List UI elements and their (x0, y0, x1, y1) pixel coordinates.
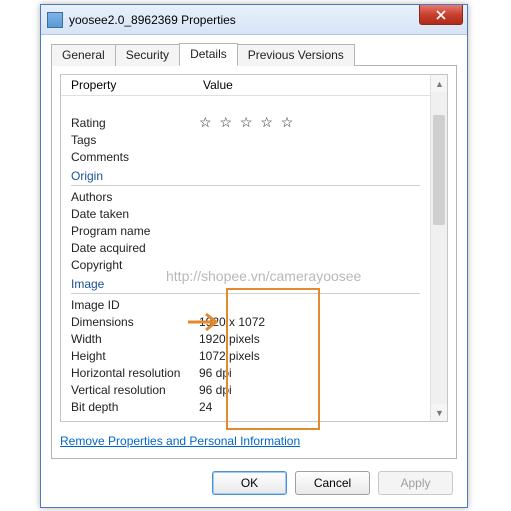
close-icon (436, 10, 446, 20)
remove-properties-link[interactable]: Remove Properties and Personal Informati… (60, 434, 300, 448)
titlebar: yoosee2.0_8962369 Properties (41, 5, 467, 35)
property-name: Image ID (71, 298, 199, 312)
property-value: 1072 pixels (199, 349, 260, 363)
button-row: OK Cancel Apply (212, 471, 453, 495)
properties-list: Property Value Rating☆ ☆ ☆ ☆ ☆TagsCommen… (60, 74, 448, 422)
property-value: 1920 x 1072 (199, 315, 265, 329)
property-name: Rating (71, 116, 199, 130)
property-name: Program name (71, 224, 199, 238)
tab-details[interactable]: Details (179, 43, 238, 66)
section-header: Image (71, 273, 420, 293)
close-button[interactable] (419, 5, 463, 25)
property-row[interactable]: Vertical resolution96 dpi (71, 381, 420, 398)
property-row[interactable]: Comments (71, 148, 420, 165)
property-row[interactable]: Height1072 pixels (71, 347, 420, 364)
column-value[interactable]: Value (199, 78, 233, 92)
property-row[interactable]: Bit depth24 (71, 398, 420, 415)
property-name: Dimensions (71, 315, 199, 329)
property-row[interactable] (71, 97, 420, 114)
property-name: Height (71, 349, 199, 363)
section-header: Origin (71, 165, 420, 185)
property-name: Bit depth (71, 400, 199, 414)
property-name: Authors (71, 190, 199, 204)
property-name: Width (71, 332, 199, 346)
property-value: 24 (199, 400, 212, 414)
property-value: 96 dpi (199, 366, 232, 380)
property-name: Comments (71, 150, 199, 164)
tab-previous-versions[interactable]: Previous Versions (237, 44, 355, 66)
scroll-up-icon[interactable]: ▲ (431, 75, 448, 92)
tab-general[interactable]: General (51, 44, 116, 66)
list-header: Property Value (61, 75, 447, 96)
property-name: Date taken (71, 207, 199, 221)
properties-dialog: yoosee2.0_8962369 Properties General Sec… (40, 4, 468, 508)
tab-security[interactable]: Security (115, 44, 180, 66)
property-value: 96 dpi (199, 383, 232, 397)
scrollbar[interactable]: ▲ ▼ (430, 75, 447, 421)
property-row[interactable]: Copyright (71, 256, 420, 273)
app-icon (47, 12, 63, 28)
tab-strip: General Security Details Previous Versio… (41, 35, 467, 65)
property-row[interactable]: Authors (71, 188, 420, 205)
property-row[interactable]: Date acquired (71, 239, 420, 256)
scroll-down-icon[interactable]: ▼ (431, 404, 448, 421)
cancel-button[interactable]: Cancel (295, 471, 370, 495)
property-row[interactable]: Width1920 pixels (71, 330, 420, 347)
property-row[interactable]: Tags (71, 131, 420, 148)
property-value: 1920 pixels (199, 332, 260, 346)
property-row[interactable]: Dimensions1920 x 1072 (71, 313, 420, 330)
section-divider (71, 185, 420, 186)
property-value: ☆ ☆ ☆ ☆ ☆ (199, 114, 295, 131)
scroll-thumb[interactable] (433, 115, 445, 225)
window-title: yoosee2.0_8962369 Properties (69, 13, 236, 27)
property-row[interactable]: Horizontal resolution96 dpi (71, 364, 420, 381)
property-name: Date acquired (71, 241, 199, 255)
property-row[interactable]: Image ID (71, 296, 420, 313)
section-divider (71, 293, 420, 294)
property-row[interactable]: Date taken (71, 205, 420, 222)
details-panel: Property Value Rating☆ ☆ ☆ ☆ ☆TagsCommen… (51, 65, 457, 459)
ok-button[interactable]: OK (212, 471, 287, 495)
column-property[interactable]: Property (61, 78, 199, 92)
property-name: Copyright (71, 258, 199, 272)
property-name: Vertical resolution (71, 383, 199, 397)
property-row[interactable]: Rating☆ ☆ ☆ ☆ ☆ (71, 114, 420, 131)
property-row[interactable]: Program name (71, 222, 420, 239)
property-name: Horizontal resolution (71, 366, 199, 380)
property-name: Tags (71, 133, 199, 147)
apply-button: Apply (378, 471, 453, 495)
scroll-area: Rating☆ ☆ ☆ ☆ ☆TagsCommentsOriginAuthors… (61, 97, 430, 421)
